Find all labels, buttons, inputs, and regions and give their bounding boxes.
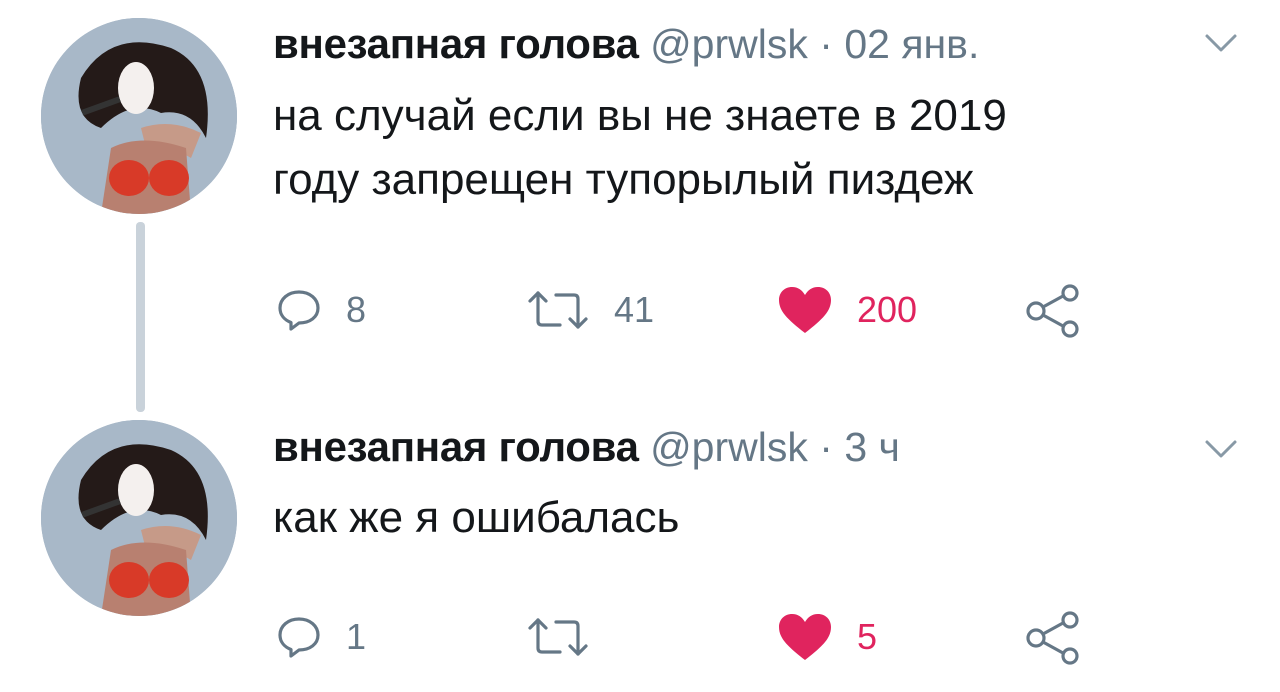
reply-count: 8 [346, 289, 367, 330]
reply-icon [278, 290, 320, 331]
thread-line [136, 222, 145, 412]
handle[interactable]: @prwlsk [650, 21, 808, 67]
display-name[interactable]: внезапная голова [273, 423, 639, 470]
like-button[interactable]: 200 [777, 285, 917, 335]
reply-count: 1 [346, 616, 367, 657]
handle[interactable]: @prwlsk [650, 424, 808, 470]
retweet-icon [528, 618, 588, 656]
chevron-down-icon[interactable] [1201, 434, 1241, 464]
reply-button[interactable]: 8 [276, 287, 366, 333]
share-button[interactable] [1024, 610, 1084, 666]
reply-button[interactable]: 1 [276, 614, 366, 660]
separator: · [819, 21, 833, 67]
reply-icon [278, 617, 320, 658]
display-name[interactable]: внезапная голова [273, 20, 639, 67]
heart-icon [779, 287, 831, 333]
timestamp[interactable]: 02 янв. [844, 21, 979, 67]
tweet-text-line: как же я ошибалась [273, 493, 680, 542]
share-icon [1026, 284, 1079, 338]
share-icon [1026, 611, 1079, 665]
like-count: 5 [857, 616, 878, 657]
tweet-header: внезапная голова @prwlsk · 02 янв. [273, 14, 979, 74]
tweet-text: на случай если вы не знаете в 2019 году … [273, 84, 1007, 212]
retweet-count: 41 [614, 289, 655, 330]
retweet-button[interactable]: 41 [526, 287, 654, 333]
share-button[interactable] [1024, 283, 1084, 339]
tweet-text: как же я ошибалась [273, 486, 679, 550]
chevron-down-icon[interactable] [1201, 28, 1241, 58]
retweet-button[interactable] [526, 614, 614, 660]
timestamp[interactable]: 3 ч [844, 424, 900, 470]
heart-icon [779, 614, 831, 660]
tweet-text-line: на случай если вы не знаете в 2019 [273, 91, 1007, 140]
separator: · [819, 424, 833, 470]
avatar[interactable] [41, 18, 237, 214]
like-button[interactable]: 5 [777, 612, 877, 662]
retweet-icon [528, 291, 588, 329]
tweet-text-line: году запрещен тупорылый пиздеж [273, 155, 974, 204]
like-count: 200 [857, 289, 918, 330]
avatar[interactable] [41, 420, 237, 616]
tweet-header: внезапная голова @prwlsk · 3 ч [273, 417, 900, 477]
